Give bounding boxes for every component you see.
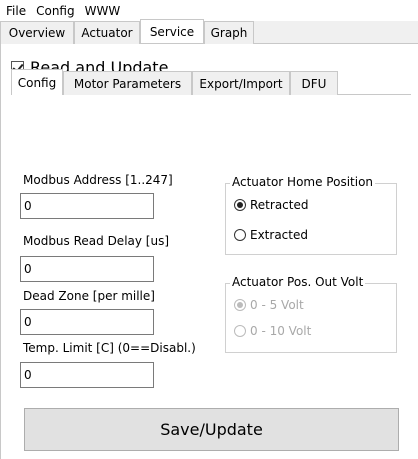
radio-extracted-label: Extracted: [250, 228, 308, 242]
modbus-address-input[interactable]: [20, 193, 154, 219]
tab-config-label: Config: [17, 75, 57, 90]
radio-unselected-icon: [234, 229, 246, 241]
menu-config[interactable]: Config: [36, 4, 75, 18]
tab-motor-parameters[interactable]: Motor Parameters: [63, 71, 192, 95]
temp-limit-label: Temp. Limit [C] (0==Disabl.): [23, 341, 196, 355]
tab-graph[interactable]: Graph: [204, 21, 254, 44]
dead-zone-input[interactable]: [20, 309, 154, 335]
radio-extracted[interactable]: Extracted: [234, 228, 308, 242]
pos-out-volt-title: Actuator Pos. Out Volt: [230, 275, 366, 289]
modbus-address-label: Modbus Address [1..247]: [23, 173, 173, 187]
radio-0-10-volt-label: 0 - 10 Volt: [250, 324, 312, 338]
tab-dfu[interactable]: DFU: [290, 71, 338, 95]
modbus-read-delay-input[interactable]: [20, 256, 154, 282]
tab-overview[interactable]: Overview: [0, 21, 74, 44]
temp-limit-input[interactable]: [20, 362, 154, 388]
radio-selected-icon: [234, 299, 246, 311]
tab-config[interactable]: Config: [11, 69, 63, 95]
menu-www[interactable]: WWW: [85, 4, 121, 18]
radio-retracted-label: Retracted: [250, 198, 309, 212]
tab-graph-label: Graph: [210, 26, 248, 40]
save-update-button[interactable]: Save/Update: [24, 408, 399, 451]
radio-retracted[interactable]: Retracted: [234, 198, 308, 212]
tab-overview-label: Overview: [8, 26, 66, 40]
tab-service[interactable]: Service: [140, 19, 204, 43]
tab-export-import-label: Export/Import: [199, 76, 283, 91]
dead-zone-label: Dead Zone [per mille]: [23, 289, 155, 303]
menu-file[interactable]: File: [6, 4, 26, 18]
radio-0-5-volt: 0 - 5 Volt: [234, 298, 304, 312]
home-position-group: Actuator Home Position Retracted Extract…: [225, 175, 397, 255]
main-tab-strip: Overview Actuator Service Graph: [0, 19, 418, 44]
tab-dfu-label: DFU: [301, 76, 327, 91]
tab-service-label: Service: [149, 24, 195, 39]
modbus-read-delay-label: Modbus Read Delay [us]: [23, 234, 170, 248]
pos-out-volt-group: Actuator Pos. Out Volt 0 - 5 Volt 0 - 10…: [225, 275, 397, 353]
tab-actuator-label: Actuator: [81, 26, 133, 40]
service-sub-tab-strip: Config Motor Parameters Export/Import DF…: [11, 69, 411, 95]
home-position-title: Actuator Home Position: [230, 175, 376, 189]
radio-0-5-volt-label: 0 - 5 Volt: [250, 298, 304, 312]
radio-unselected-icon: [234, 325, 246, 337]
menu-bar: File Config WWW: [0, 0, 418, 21]
radio-0-10-volt: 0 - 10 Volt: [234, 324, 311, 338]
radio-selected-icon: [234, 199, 246, 211]
tab-motor-parameters-label: Motor Parameters: [73, 76, 182, 91]
tab-actuator[interactable]: Actuator: [74, 21, 140, 44]
tab-export-import[interactable]: Export/Import: [192, 71, 290, 95]
